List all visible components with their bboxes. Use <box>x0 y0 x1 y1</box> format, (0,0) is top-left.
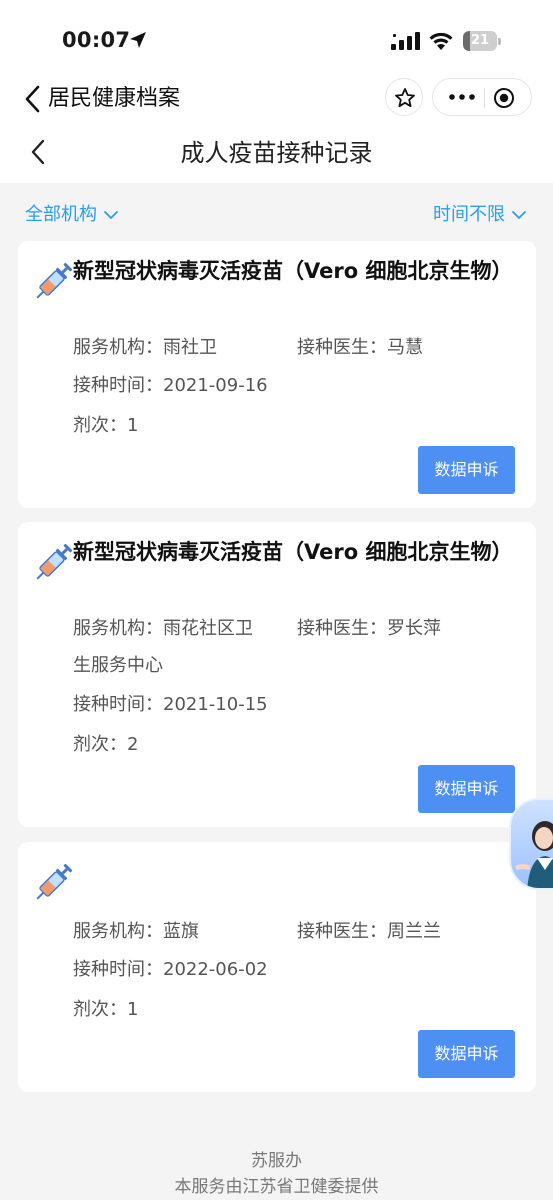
vaccination-record-card: 新型冠状病毒灭活疫苗（Vero 细胞北京生物） 服务机构：雨花社区卫 生服务中心… <box>18 522 536 827</box>
institution-filter[interactable]: 全部机构 <box>25 200 119 226</box>
service-org-label: 服务机构： <box>73 618 163 639</box>
time-filter-label: 时间不限 <box>433 204 505 225</box>
back-chevron-icon[interactable] <box>22 84 44 114</box>
assistant-avatar[interactable] <box>509 798 553 890</box>
service-org-value: 雨花社区卫 <box>163 618 253 639</box>
battery-cap <box>498 38 501 45</box>
doctor-field: 接种医生：罗长萍 <box>297 616 441 642</box>
top-area: 00:07 21 居民健康档案 成人疫苗接种记录 <box>0 0 553 183</box>
service-org-label: 服务机构： <box>73 337 163 358</box>
data-appeal-button[interactable]: 数据申诉 <box>418 765 515 813</box>
service-org-label: 服务机构： <box>73 921 163 942</box>
star-icon <box>395 88 415 108</box>
dose-field: 剂次：2 <box>73 732 138 758</box>
status-time: 00:07 <box>62 28 131 52</box>
dose-label: 剂次： <box>73 415 127 436</box>
page-header: 成人疫苗接种记录 <box>0 127 553 179</box>
doctor-label: 接种医生： <box>297 921 387 942</box>
vaccination-time-label: 接种时间： <box>73 959 163 980</box>
assistant-figure-icon <box>515 821 553 888</box>
favorite-button[interactable] <box>385 78 423 116</box>
battery-body: 21 <box>463 31 497 51</box>
vaccination-time-value: 2022-06-02 <box>163 959 268 980</box>
vaccination-time-label: 接种时间： <box>73 694 163 715</box>
battery-icon: 21 <box>463 31 501 51</box>
syringe-icon <box>36 262 72 299</box>
chevron-down-icon <box>104 211 118 219</box>
institution-filter-label: 全部机构 <box>25 204 97 225</box>
status-bar: 00:07 21 <box>0 0 553 80</box>
capsule-menu <box>432 78 532 116</box>
doctor-value: 马慧 <box>387 337 423 358</box>
footer: 苏服办 本服务由江苏省卫健委提供 <box>0 1148 553 1200</box>
service-org-value: 雨社卫 <box>163 337 217 358</box>
filter-bar: 全部机构 时间不限 <box>0 192 553 232</box>
service-org-field: 服务机构：雨花社区卫 <box>73 616 253 642</box>
service-org-value-cont: 生服务中心 <box>73 655 163 676</box>
page-title: 成人疫苗接种记录 <box>180 139 373 167</box>
vaccine-name: 新型冠状病毒灭活疫苗（Vero 细胞北京生物） <box>73 259 513 283</box>
vaccination-time-value: 2021-10-15 <box>163 694 268 715</box>
doctor-field: 接种医生：周兰兰 <box>297 919 441 945</box>
close-circle-icon[interactable] <box>493 87 515 109</box>
dose-value: 1 <box>127 999 139 1020</box>
dose-label: 剂次： <box>73 734 127 755</box>
doctor-value: 罗长萍 <box>387 618 441 639</box>
vaccination-time-field: 接种时间：2022-06-02 <box>73 957 268 983</box>
syringe-icon <box>36 863 72 900</box>
service-org-field: 服务机构：蓝旗 <box>73 919 199 945</box>
time-filter[interactable]: 时间不限 <box>433 200 527 226</box>
data-appeal-button[interactable]: 数据申诉 <box>418 446 515 494</box>
dose-value: 1 <box>127 415 139 436</box>
footer-provider-note: 本服务由江苏省卫健委提供 <box>174 1177 379 1197</box>
vaccination-time-field: 接种时间：2021-10-15 <box>73 692 268 718</box>
service-org-value: 蓝旗 <box>163 921 199 942</box>
chevron-down-icon <box>512 211 526 219</box>
syringe-icon <box>36 543 72 580</box>
doctor-value: 周兰兰 <box>387 921 441 942</box>
vaccination-time-field: 接种时间：2021-09-16 <box>73 373 268 399</box>
dose-field: 剂次：1 <box>73 413 138 439</box>
signal-icon <box>391 32 420 50</box>
vaccine-name: 新型冠状病毒灭活疫苗（Vero 细胞北京生物） <box>73 540 513 564</box>
data-appeal-button[interactable]: 数据申诉 <box>418 1030 515 1078</box>
doctor-field: 接种医生：马慧 <box>297 335 423 361</box>
mini-program-title: 居民健康档案 <box>48 86 181 111</box>
dose-label: 剂次： <box>73 999 127 1020</box>
doctor-label: 接种医生： <box>297 337 387 358</box>
wifi-icon <box>429 32 453 50</box>
vaccination-record-card: 服务机构：蓝旗 接种医生：周兰兰 接种时间：2022-06-02 剂次：1 数据… <box>18 842 536 1092</box>
dose-value: 2 <box>127 734 139 755</box>
capsule-divider <box>484 88 485 108</box>
service-org-field: 服务机构：雨社卫 <box>73 335 217 361</box>
doctor-label: 接种医生： <box>297 618 387 639</box>
dose-field: 剂次：1 <box>73 997 138 1023</box>
battery-level: 21 <box>470 33 490 48</box>
location-arrow-icon <box>130 32 146 48</box>
footer-provider-short: 苏服办 <box>251 1151 302 1171</box>
vaccination-record-card: 新型冠状病毒灭活疫苗（Vero 细胞北京生物） 服务机构：雨社卫 接种医生：马慧… <box>18 241 536 508</box>
more-dots-icon[interactable] <box>445 87 479 107</box>
vaccination-time-label: 接种时间： <box>73 375 163 396</box>
mini-program-header: 居民健康档案 <box>0 76 553 122</box>
vaccination-time-value: 2021-09-16 <box>163 375 268 396</box>
